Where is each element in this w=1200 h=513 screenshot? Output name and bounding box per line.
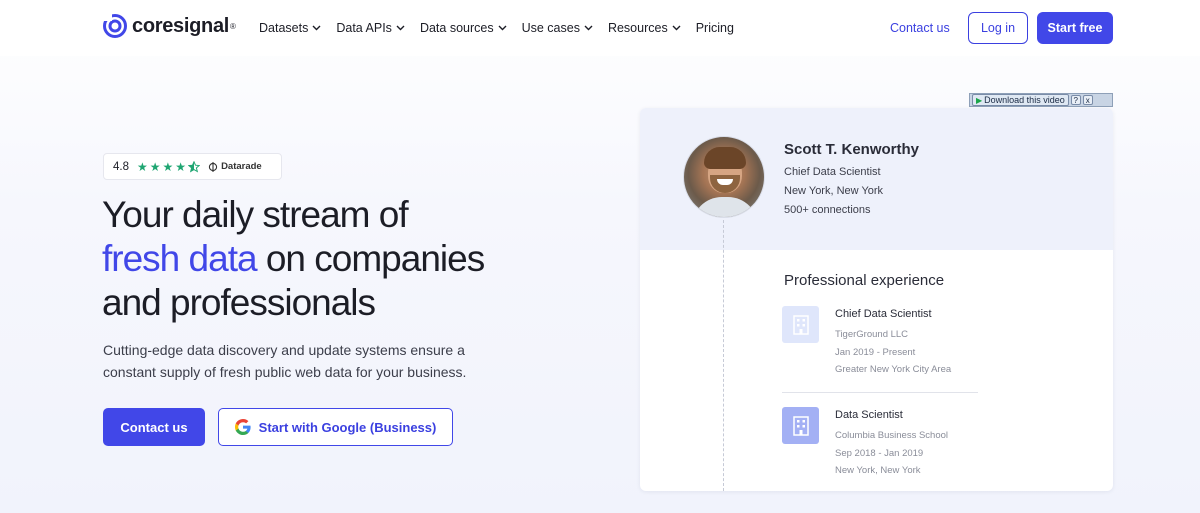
datarade-brand: Datarade [208,161,262,172]
google-button-label: Start with Google (Business) [258,419,437,435]
chevron-down-icon [584,25,593,31]
experience-heading: Professional experience [784,272,945,289]
profile-location: New York, New York [784,185,884,197]
nav-label: Resources [607,21,668,35]
nav-label: Pricing [695,21,734,35]
experience-company: TigerGround LLC [835,329,909,340]
hero-subtitle: Cutting-edge data discovery and update s… [103,342,467,380]
rating-badge[interactable]: 4.8 ★ ★ ★ ★ Datarade [103,153,282,180]
start-free-button[interactable]: Start free [1037,12,1113,44]
site-header: coresignal ® Datasets Data APIs Data sou… [0,0,1200,56]
nav-data-sources[interactable]: Data sources [420,21,507,35]
profile-connections: 500+ connections [784,204,871,216]
logo-text: coresignal [132,14,230,37]
experience-role: Chief Data Scientist [835,308,932,320]
help-button[interactable]: ? [1070,95,1081,105]
hero-title-accent: fresh data [102,238,258,279]
rating-score: 4.8 [113,160,129,173]
chevron-down-icon [312,25,321,31]
experience-company: Columbia Business School [835,430,949,441]
main-nav: Datasets Data APIs Data sources Use case… [259,21,749,35]
chevron-down-icon [672,25,681,31]
nav-pricing[interactable]: Pricing [696,21,734,35]
nav-data-apis[interactable]: Data APIs [336,21,405,35]
nav-label: Datasets [259,21,309,35]
timeline-line [723,220,724,491]
chevron-down-icon [498,25,507,31]
contact-us-button[interactable]: Contact us [103,408,205,446]
experience-location: Greater New York City Area [835,364,952,375]
building-icon [782,407,819,444]
header-contact-link[interactable]: Contact us [890,21,950,35]
rating-stars: ★ ★ ★ ★ [137,159,201,174]
nav-resources[interactable]: Resources [608,21,681,35]
hero-title-line1: Your daily stream of [102,194,409,235]
video-download-bar: ▶ Download this video ? x [969,93,1113,107]
start-with-google-button[interactable]: Start with Google (Business) [218,408,453,446]
chevron-down-icon [396,25,405,31]
star-icon: ★ [137,159,148,174]
download-video-button[interactable]: ▶ Download this video [972,94,1069,106]
registered-mark: ® [230,21,236,31]
nav-datasets[interactable]: Datasets [259,21,321,35]
star-icon: ★ [162,159,174,174]
star-icon: ★ [175,159,187,174]
google-icon [234,419,251,435]
download-video-label: Download this video [984,95,1065,105]
building-icon [782,306,819,343]
nav-label: Data APIs [336,21,392,35]
nav-label: Data sources [419,21,494,35]
datarade-label: Datarade [221,161,262,172]
datarade-icon [208,161,218,172]
profile-title: Chief Data Scientist [784,166,881,178]
avatar [683,136,765,218]
hero-title-line2: on companies [256,238,485,279]
half-star-icon [188,160,201,173]
experience-role: Data Scientist [835,409,903,421]
hero-title-line3: and professionals [102,282,376,323]
login-button[interactable]: Log in [968,12,1028,44]
logo-mark-icon [103,14,127,38]
play-icon: ▶ [976,95,983,105]
experience-dates: Sep 2018 - Jan 2019 [835,448,924,459]
profile-card: Scott T. Kenworthy Chief Data Scientist … [640,108,1113,491]
experience-divider [782,392,978,393]
coresignal-logo[interactable]: coresignal ® [103,14,236,38]
close-button[interactable]: x [1082,95,1093,105]
hero-title: Your daily stream of fresh data on compa… [102,193,582,325]
experience-dates: Jan 2019 - Present [835,347,916,358]
experience-location: New York, New York [835,465,921,476]
star-icon: ★ [149,159,161,174]
profile-name: Scott T. Kenworthy [784,141,920,158]
nav-label: Use cases [521,21,580,35]
nav-use-cases[interactable]: Use cases [522,21,593,35]
